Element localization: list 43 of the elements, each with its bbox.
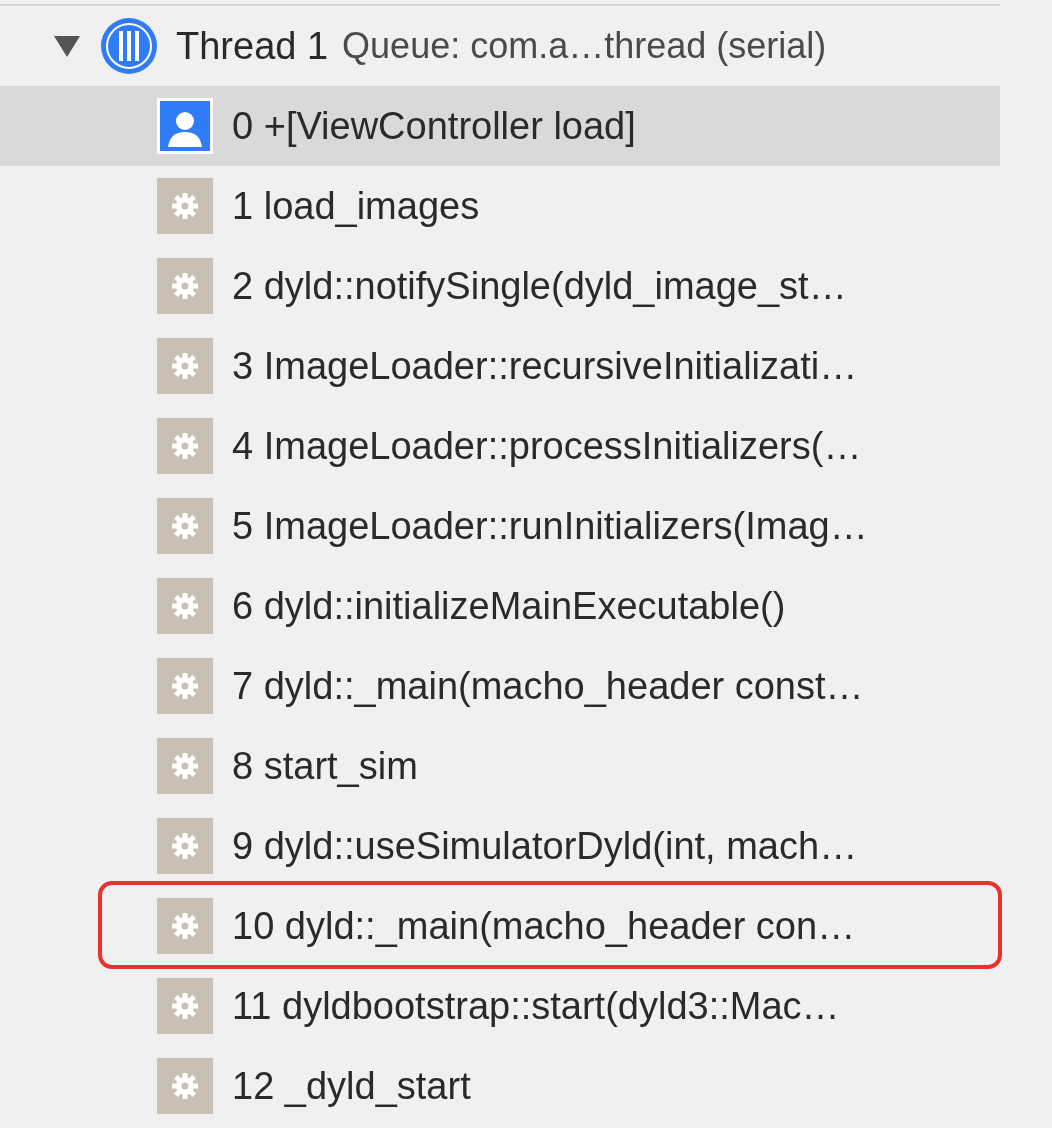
stack-frame-row[interactable]: 10 dyld::_main(macho_header con… bbox=[0, 886, 1000, 966]
gear-icon bbox=[156, 897, 214, 955]
gear-icon bbox=[156, 257, 214, 315]
queue-label: Queue: com.a…thread (serial) bbox=[342, 25, 827, 67]
gear-icon bbox=[156, 417, 214, 475]
gear-icon bbox=[156, 817, 214, 875]
stack-frame-row[interactable]: 11 dyldbootstrap::start(dyld3::Mac… bbox=[0, 966, 1000, 1046]
frame-label: 10 dyld::_main(macho_header con… bbox=[232, 904, 856, 948]
gear-icon bbox=[156, 737, 214, 795]
frame-label: 7 dyld::_main(macho_header const… bbox=[232, 664, 864, 708]
stack-frame-row[interactable]: 4 ImageLoader::processInitializers(… bbox=[0, 406, 1000, 486]
stack-frame-row[interactable]: 6 dyld::initializeMainExecutable() bbox=[0, 566, 1000, 646]
frame-label: 0 +[ViewController load] bbox=[232, 104, 636, 148]
thread-icon bbox=[100, 17, 158, 75]
frame-label: 2 dyld::notifySingle(dyld_image_st… bbox=[232, 264, 847, 308]
disclosure-triangle-icon[interactable] bbox=[52, 33, 82, 59]
stack-frame-row[interactable]: 12 _dyld_start bbox=[0, 1046, 1000, 1126]
stack-frame-row[interactable]: 8 start_sim bbox=[0, 726, 1000, 806]
stack-frame-row[interactable]: 2 dyld::notifySingle(dyld_image_st… bbox=[0, 246, 1000, 326]
frame-label: 3 ImageLoader::recursiveInitializati… bbox=[232, 344, 858, 388]
person-icon bbox=[156, 97, 214, 155]
stack-frame-row[interactable]: 3 ImageLoader::recursiveInitializati… bbox=[0, 326, 1000, 406]
frame-label: 6 dyld::initializeMainExecutable() bbox=[232, 584, 786, 628]
gear-icon bbox=[156, 337, 214, 395]
stack-frame-row[interactable]: 5 ImageLoader::runInitializers(Imag… bbox=[0, 486, 1000, 566]
gear-icon bbox=[156, 657, 214, 715]
frame-label: 11 dyldbootstrap::start(dyld3::Mac… bbox=[232, 984, 840, 1028]
frame-label: 9 dyld::useSimulatorDyld(int, mach… bbox=[232, 824, 858, 868]
frame-label: 5 ImageLoader::runInitializers(Imag… bbox=[232, 504, 868, 548]
gear-icon bbox=[156, 1057, 214, 1115]
stack-frame-row[interactable]: 0 +[ViewController load] bbox=[0, 86, 1000, 166]
gear-icon bbox=[156, 177, 214, 235]
gear-icon bbox=[156, 577, 214, 635]
frame-label: 4 ImageLoader::processInitializers(… bbox=[232, 424, 862, 468]
stack-frame-row[interactable]: 1 load_images bbox=[0, 166, 1000, 246]
frame-label: 8 start_sim bbox=[232, 744, 418, 788]
gear-icon bbox=[156, 977, 214, 1035]
stack-frame-row[interactable]: 7 dyld::_main(macho_header const… bbox=[0, 646, 1000, 726]
stack-frame-row[interactable]: 9 dyld::useSimulatorDyld(int, mach… bbox=[0, 806, 1000, 886]
frame-label: 1 load_images bbox=[232, 184, 480, 228]
frame-label: 12 _dyld_start bbox=[232, 1064, 471, 1108]
thread-name: Thread 1 bbox=[176, 24, 329, 68]
gear-icon bbox=[156, 497, 214, 555]
